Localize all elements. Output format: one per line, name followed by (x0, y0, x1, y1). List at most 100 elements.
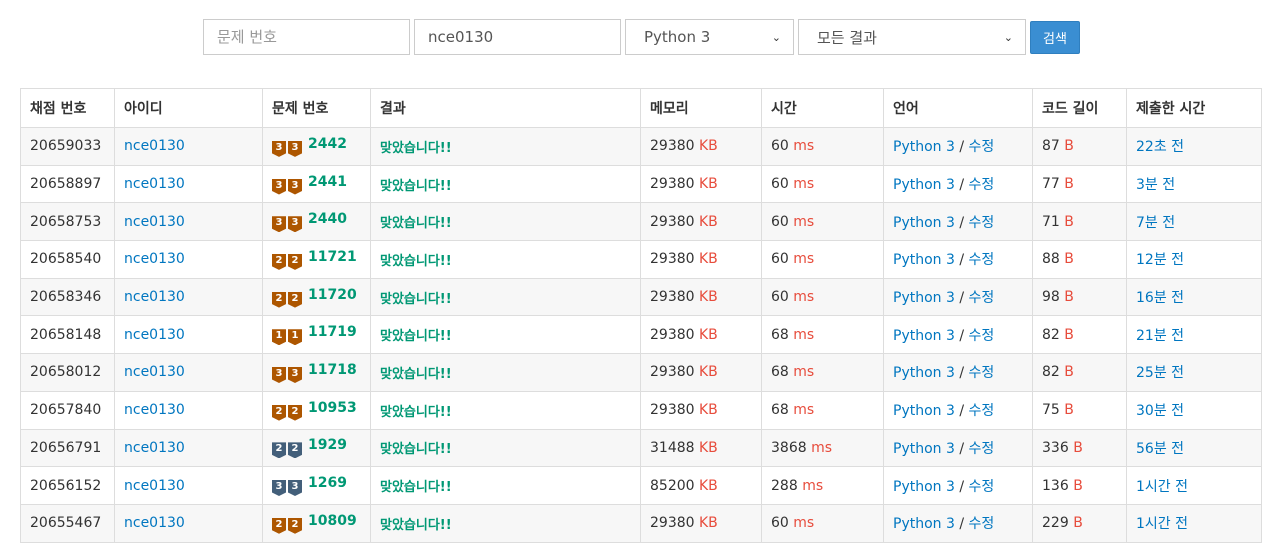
time-unit: ms (793, 402, 815, 419)
problem-link[interactable]: 10953 (308, 400, 357, 416)
code-length-value: 98 (1042, 289, 1060, 306)
code-length-cell: 77 B (1032, 164, 1127, 204)
memory-unit: KB (699, 477, 718, 494)
result-text: 맞았습니다!! (380, 480, 452, 496)
problem-number-input[interactable]: 문제 번호 (203, 19, 410, 55)
time-unit: ms (793, 289, 815, 306)
user-link[interactable]: nce0130 (124, 515, 185, 531)
memory-value: 29380 (650, 402, 695, 419)
edit-link[interactable]: 수정 (969, 290, 995, 306)
submitted-time-link[interactable]: 12분 전 (1136, 252, 1184, 268)
code-length-cell: 136 B (1032, 466, 1127, 505)
language-link[interactable]: Python 3 (893, 139, 955, 155)
user-id-input[interactable]: nce0130 (414, 19, 621, 55)
memory-unit: KB (699, 326, 718, 343)
submission-id: 20658148 (20, 315, 115, 355)
edit-link[interactable]: 수정 (969, 252, 995, 268)
user-link[interactable]: nce0130 (124, 214, 185, 230)
edit-link[interactable]: 수정 (969, 516, 995, 532)
result-select[interactable]: 모든 결과 ⌄ (798, 19, 1026, 55)
language-link[interactable]: Python 3 (893, 177, 955, 193)
submitted-time-link[interactable]: 21분 전 (1136, 328, 1184, 344)
problem-link[interactable]: 2441 (308, 174, 347, 190)
edit-link[interactable]: 수정 (969, 328, 995, 344)
memory-unit: KB (699, 364, 718, 381)
memory-unit: KB (699, 176, 718, 193)
tier-level: 2 (288, 404, 302, 421)
language-cell: Python 3 / 수정 (883, 240, 1033, 279)
problem-link[interactable]: 11719 (308, 324, 357, 340)
user-link[interactable]: nce0130 (124, 364, 185, 380)
language-link[interactable]: Python 3 (893, 328, 955, 344)
search-button[interactable]: 검색 (1030, 21, 1080, 54)
time-unit: ms (793, 213, 815, 230)
edit-link[interactable]: 수정 (969, 177, 995, 193)
user-link[interactable]: nce0130 (124, 289, 185, 305)
user-link[interactable]: nce0130 (124, 327, 185, 343)
user-link[interactable]: nce0130 (124, 402, 185, 418)
edit-link[interactable]: 수정 (969, 365, 995, 381)
user-link[interactable]: nce0130 (124, 440, 185, 456)
edit-link[interactable]: 수정 (969, 215, 995, 231)
memory-value: 29380 (650, 251, 695, 268)
time-unit: ms (793, 251, 815, 268)
tier-badge-icon: 33 (272, 216, 302, 233)
language-cell: Python 3 / 수정 (883, 353, 1033, 392)
result-cell: 맞았습니다!! (370, 315, 641, 355)
user-cell: nce0130 (114, 164, 263, 204)
edit-link[interactable]: 수정 (969, 139, 995, 155)
language-link[interactable]: Python 3 (893, 252, 955, 268)
separator: / (954, 177, 969, 194)
language-link[interactable]: Python 3 (893, 215, 955, 231)
memory-value: 29380 (650, 138, 695, 155)
submitted-time-link[interactable]: 30분 전 (1136, 403, 1184, 419)
edit-link[interactable]: 수정 (969, 441, 995, 457)
submitted-time-link[interactable]: 1시간 전 (1136, 479, 1188, 495)
submitted-time-link[interactable]: 22초 전 (1136, 139, 1184, 155)
result-text: 맞았습니다!! (380, 404, 452, 420)
submitted-cell: 3분 전 (1126, 164, 1262, 204)
submitted-time-link[interactable]: 56분 전 (1136, 441, 1184, 457)
problem-link[interactable]: 1269 (308, 475, 347, 491)
result-text: 맞았습니다!! (380, 366, 452, 382)
language-link[interactable]: Python 3 (893, 290, 955, 306)
user-link[interactable]: nce0130 (124, 478, 185, 494)
memory-cell: 29380 KB (640, 277, 762, 317)
tier-badge-icon: 33 (272, 178, 302, 195)
language-link[interactable]: Python 3 (893, 403, 955, 419)
submission-id: 20658346 (20, 277, 115, 317)
problem-link[interactable]: 1929 (308, 437, 347, 453)
language-link[interactable]: Python 3 (893, 441, 955, 457)
problem-link[interactable]: 11721 (308, 249, 357, 265)
problem-link[interactable]: 10809 (308, 513, 357, 529)
submitted-time-link[interactable]: 16분 전 (1136, 290, 1184, 306)
language-select[interactable]: Python 3 ⌄ (625, 19, 794, 55)
problem-link[interactable]: 2440 (308, 211, 347, 227)
edit-link[interactable]: 수정 (969, 479, 995, 495)
tier-level: 2 (288, 253, 302, 270)
result-text: 맞았습니다!! (380, 329, 452, 345)
code-length-value: 88 (1042, 251, 1060, 268)
language-link[interactable]: Python 3 (893, 479, 955, 495)
table-row: 20658148 nce0130 1 1 11719 맞았습니다!! 29380 KB 68 … (20, 315, 1262, 355)
table-row: 20655467 nce0130 2 2 10809 맞았습니다!! 29380 KB 60 … (20, 503, 1262, 543)
submitted-time-link[interactable]: 25분 전 (1136, 365, 1184, 381)
problem-link[interactable]: 11718 (308, 362, 357, 378)
submitted-time-link[interactable]: 7분 전 (1136, 215, 1175, 231)
user-link[interactable]: nce0130 (124, 251, 185, 267)
user-link[interactable]: nce0130 (124, 138, 185, 154)
result-cell: 맞았습니다!! (370, 277, 641, 317)
submission-id: 20655467 (20, 503, 115, 543)
submitted-time-link[interactable]: 3분 전 (1136, 177, 1175, 193)
submitted-time-link[interactable]: 1시간 전 (1136, 516, 1188, 532)
edit-link[interactable]: 수정 (969, 403, 995, 419)
problem-link[interactable]: 11720 (308, 287, 357, 303)
time-cell: 60 ms (761, 127, 884, 166)
language-link[interactable]: Python 3 (893, 365, 955, 381)
language-link[interactable]: Python 3 (893, 516, 955, 532)
user-link[interactable]: nce0130 (124, 176, 185, 192)
problem-link[interactable]: 2442 (308, 136, 347, 152)
language-cell: Python 3 / 수정 (883, 202, 1033, 242)
memory-value: 29380 (650, 176, 695, 193)
problem-cell: 2 2 11721 (262, 240, 371, 279)
